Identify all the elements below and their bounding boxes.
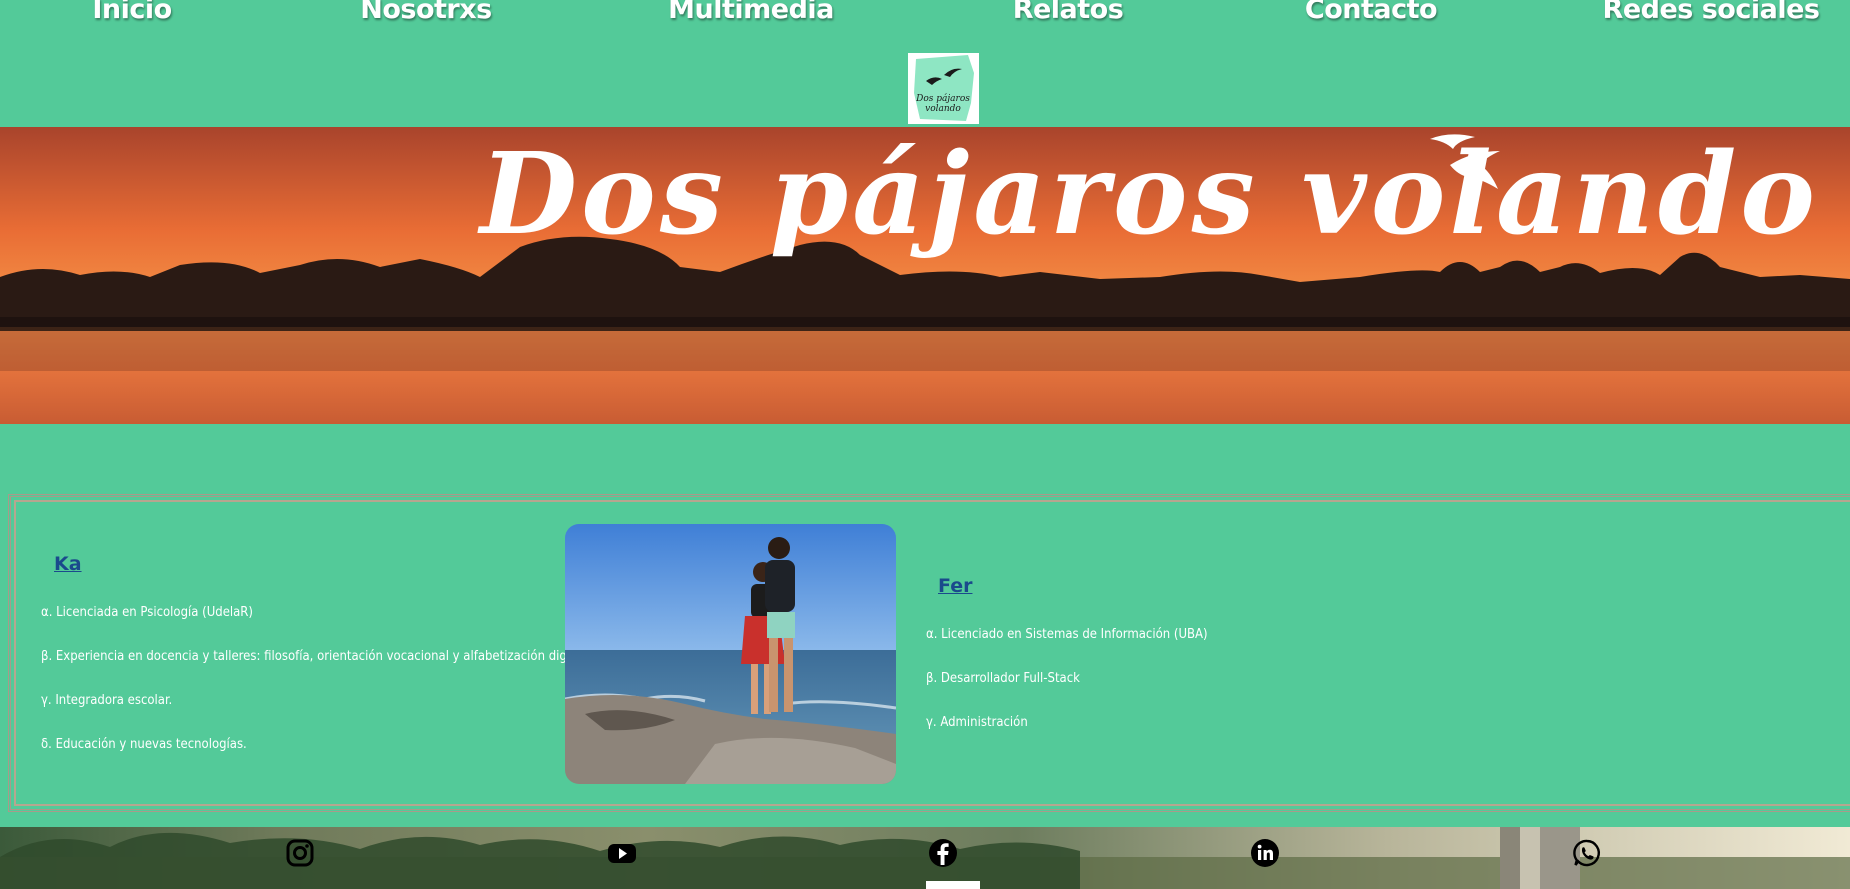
svg-text:Dos pájaros: Dos pájaros bbox=[915, 93, 970, 104]
svg-text:volando: volando bbox=[925, 104, 961, 114]
instagram-icon[interactable] bbox=[285, 838, 315, 868]
list-item: β. Experiencia en docencia y talleres: f… bbox=[41, 649, 589, 664]
youtube-icon[interactable] bbox=[607, 838, 637, 868]
facebook-icon[interactable] bbox=[928, 838, 958, 868]
nav-redes-sociales[interactable]: Redes sociales bbox=[1603, 0, 1820, 25]
person-name-ka[interactable]: Ka bbox=[54, 553, 82, 575]
banner-title: Dos pájaros volando bbox=[480, 129, 1819, 260]
whatsapp-icon[interactable] bbox=[1572, 838, 1602, 868]
nav-relatos[interactable]: Relatos bbox=[1013, 0, 1124, 25]
nav-nosotrxs[interactable]: Nosotrxs bbox=[360, 0, 492, 25]
list-item: γ. Integradora escolar. bbox=[41, 693, 173, 708]
hero-banner: Dos pájaros volando bbox=[0, 127, 1850, 424]
couple-photo-image bbox=[565, 524, 896, 784]
list-item: γ. Administración bbox=[926, 715, 1028, 730]
person-ka-list: α. Licenciada en Psicología (UdelaR) β. … bbox=[41, 605, 589, 781]
list-item: δ. Educación y nuevas tecnologías. bbox=[41, 737, 247, 752]
nav-inicio[interactable]: Inicio bbox=[92, 0, 172, 25]
couple-photo bbox=[565, 524, 896, 784]
logo-image: Dos pájaros volando bbox=[914, 55, 974, 121]
list-item: α. Licenciado en Sistemas de Información… bbox=[926, 627, 1208, 642]
main-nav: Inicio Nosotrxs Multimedia Relatos Conta… bbox=[0, 0, 1850, 30]
list-item: α. Licenciada en Psicología (UdelaR) bbox=[41, 605, 253, 620]
person-name-fer[interactable]: Fer bbox=[938, 575, 972, 597]
list-item: β. Desarrollador Full-Stack bbox=[926, 671, 1080, 686]
footer-logo-strip bbox=[926, 881, 980, 889]
linkedin-icon[interactable] bbox=[1250, 838, 1280, 868]
site-logo[interactable]: Dos pájaros volando bbox=[908, 53, 979, 124]
nav-contacto[interactable]: Contacto bbox=[1305, 0, 1438, 25]
person-fer-list: α. Licenciado en Sistemas de Información… bbox=[926, 627, 1208, 759]
nav-multimedia[interactable]: Multimedia bbox=[668, 0, 834, 25]
